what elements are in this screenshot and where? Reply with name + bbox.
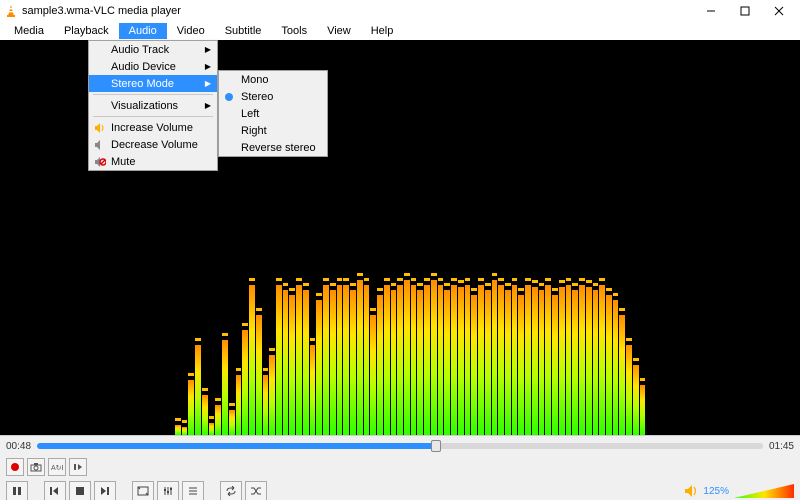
menu-video[interactable]: Video [167,23,215,39]
menu-label: Mono [241,74,269,86]
stereo-option-mono[interactable]: Mono [219,71,327,88]
menu-audio[interactable]: Audio [119,23,167,39]
menu-tools[interactable]: Tools [271,23,317,39]
title-bar: sample3.wma - VLC media player [0,0,800,22]
menu-audio-device[interactable]: Audio Device ▶ [89,58,217,75]
volume-slider[interactable] [734,482,794,500]
playlist-button[interactable] [182,481,204,500]
video-area: Audio Track▶ Audio Device▶ Stereo Mode▶ … [0,40,800,435]
radio-selected-icon [225,93,233,101]
minimize-button[interactable] [694,1,728,21]
seek-handle[interactable] [431,440,441,452]
audio-dropdown: Audio Track▶ Audio Device▶ Stereo Mode▶ … [88,40,218,171]
maximize-button[interactable] [728,1,762,21]
menu-label: Left [241,108,259,120]
vlc-cone-icon [4,4,18,18]
menu-label: Stereo [241,91,273,103]
seek-progress [37,443,436,449]
volume-percent: 125% [703,486,729,497]
menu-stereo-mode[interactable]: Stereo Mode ▶ [89,75,217,92]
menu-label: Mute [111,156,135,168]
stereo-mode-dropdown: Mono Stereo Left Right Reverse stereo [218,70,328,157]
volume-mute-icon[interactable] [684,484,700,498]
menu-label: Decrease Volume [111,139,198,151]
chevron-right-icon: ▶ [205,62,211,71]
mute-icon [93,155,107,169]
menu-help[interactable]: Help [361,23,404,39]
snapshot-button[interactable] [27,458,45,476]
menu-playback[interactable]: Playback [54,23,119,39]
menu-bar: Media Playback Audio Video Subtitle Tool… [0,22,800,40]
spectrum-visualization [175,255,645,435]
volume-down-icon [93,138,107,152]
menu-label: Reverse stereo [241,142,316,154]
controls-panel: 00:48 01:45 A↻B 125% [0,435,800,500]
menu-label: Increase Volume [111,122,193,134]
time-total[interactable]: 01:45 [769,441,794,452]
frame-step-button[interactable] [69,458,87,476]
menu-decrease-volume[interactable]: Decrease Volume [89,136,217,153]
menu-increase-volume[interactable]: Increase Volume [89,119,217,136]
window-title-app: VLC media player [94,5,181,17]
close-button[interactable] [762,1,796,21]
window-title-filename: sample3.wma [22,5,90,17]
seek-bar[interactable] [37,443,763,449]
volume-up-icon [93,121,107,135]
menu-separator [93,94,213,95]
chevron-right-icon: ▶ [205,79,211,88]
menu-separator [93,116,213,117]
shuffle-button[interactable] [245,481,267,500]
stereo-option-left[interactable]: Left [219,105,327,122]
fullscreen-button[interactable] [132,481,154,500]
stereo-option-reverse[interactable]: Reverse stereo [219,139,327,156]
menu-mute[interactable]: Mute [89,153,217,170]
menu-label: Audio Track [111,44,169,56]
menu-media[interactable]: Media [4,23,54,39]
menu-label: Stereo Mode [111,78,174,90]
menu-visualizations[interactable]: Visualizations ▶ [89,97,217,114]
chevron-right-icon: ▶ [205,101,211,110]
next-button[interactable] [94,481,116,500]
atob-loop-button[interactable]: A↻B [48,458,66,476]
menu-audio-track[interactable]: Audio Track ▶ [89,41,217,58]
stereo-option-stereo[interactable]: Stereo [219,88,327,105]
time-elapsed[interactable]: 00:48 [6,441,31,452]
menu-view[interactable]: View [317,23,361,39]
svg-text:A↻B: A↻B [51,465,63,472]
stereo-option-right[interactable]: Right [219,122,327,139]
menu-label: Audio Device [111,61,176,73]
chevron-right-icon: ▶ [205,45,211,54]
extended-settings-button[interactable] [157,481,179,500]
menu-subtitle[interactable]: Subtitle [215,23,272,39]
pause-button[interactable] [6,481,28,500]
menu-label: Visualizations [111,100,178,112]
stop-button[interactable] [69,481,91,500]
previous-button[interactable] [44,481,66,500]
menu-label: Right [241,125,267,137]
loop-button[interactable] [220,481,242,500]
record-button[interactable] [6,458,24,476]
